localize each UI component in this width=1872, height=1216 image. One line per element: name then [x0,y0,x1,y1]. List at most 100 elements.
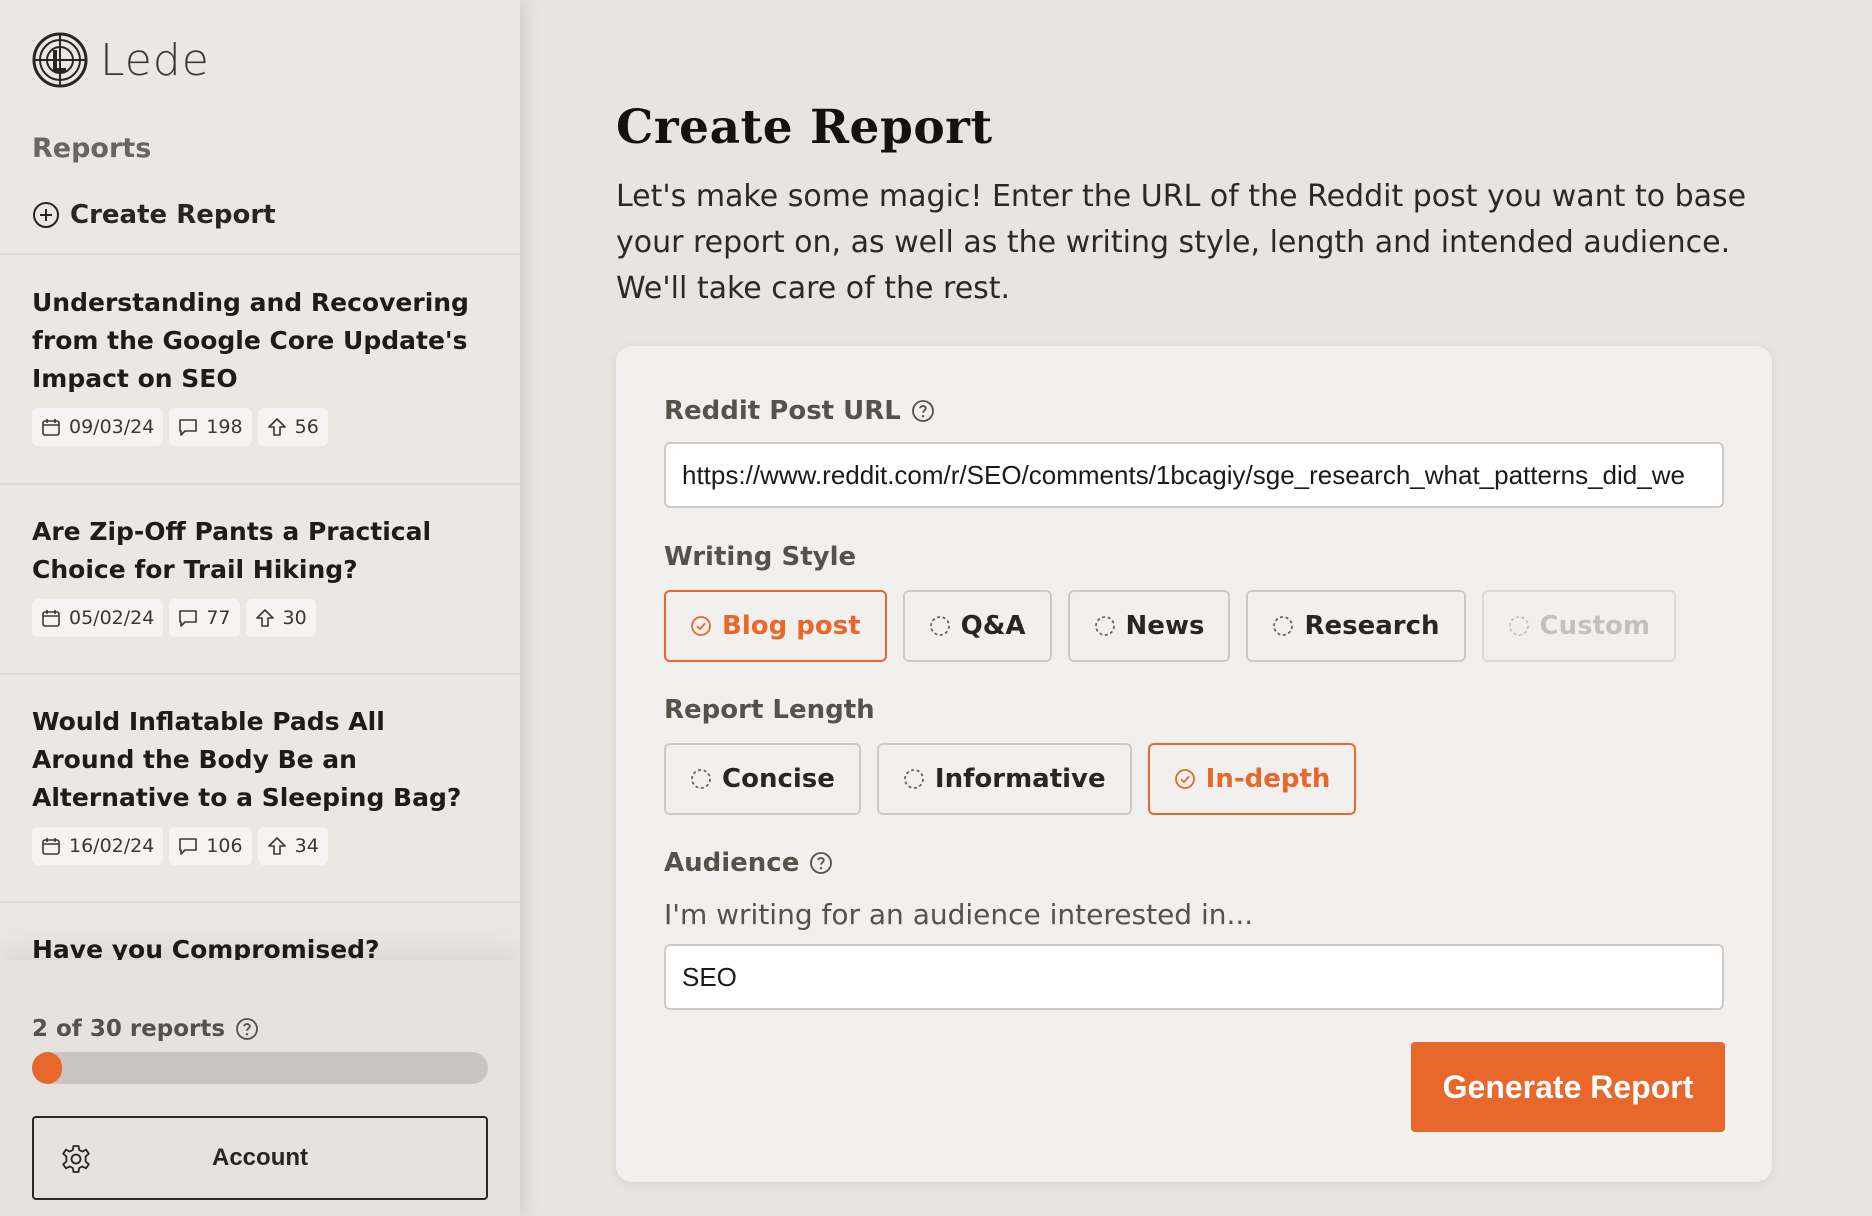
date-chip: 16/02/24 [32,827,164,865]
report-date: 16/02/24 [69,835,155,857]
length-label: Report Length [664,695,875,725]
sidebar: Lede Reports Create Report Understanding… [0,0,520,1216]
report-comments: 106 [206,835,243,857]
lede-logo-icon [32,32,88,88]
style-option-news[interactable]: News [1067,590,1231,662]
report-upvotes: 34 [294,835,319,857]
comment-icon [179,610,198,627]
divider [0,253,520,255]
plus-circle-icon [33,202,59,228]
comments-chip: 198 [169,408,252,446]
url-label: Reddit Post URL [664,396,935,426]
check-circle-icon [1174,769,1195,789]
length-option-concise[interactable]: Concise [664,743,861,815]
generate-report-button[interactable]: Generate Report [1411,1042,1725,1132]
report-title: Understanding and Recovering from the Go… [32,288,469,393]
option-label: Custom [1539,611,1650,641]
report-length-options: Concise Informative In-depth [664,743,1357,815]
create-report-label: Create Report [70,200,276,230]
page-title: Create Report [616,100,993,155]
divider [0,483,520,485]
style-option-custom[interactable]: Custom [1481,590,1676,662]
option-label: Informative [934,764,1106,794]
report-date: 09/03/24 [69,416,155,438]
report-item[interactable]: Understanding and Recovering from the Go… [32,284,492,446]
length-option-informative[interactable]: Informative [876,743,1132,815]
style-option-research[interactable]: Research [1246,590,1466,662]
usage-progress-fill [32,1052,63,1084]
option-label: Blog post [722,611,861,641]
help-icon[interactable] [809,851,833,875]
usage-progress-bar [32,1052,488,1084]
brand-name: Lede [100,34,210,86]
audience-input[interactable]: SEO [664,944,1724,1010]
upvotes-chip: 56 [257,408,328,446]
date-chip: 09/03/24 [32,408,164,446]
date-chip: 05/02/24 [32,599,164,637]
style-option-qa[interactable]: Q&A [902,590,1052,662]
check-circle-icon [691,616,711,636]
dashed-circle-icon [903,769,924,789]
report-item[interactable]: Are Zip-Off Pants a Practical Choice for… [32,513,492,637]
audience-label-text: Audience [664,848,800,878]
style-option-blog-post[interactable]: Blog post [664,590,887,662]
create-report-link[interactable]: Create Report [32,200,276,230]
divider [0,673,520,675]
comments-chip: 77 [169,599,240,637]
help-icon[interactable] [235,1017,259,1041]
dashed-circle-icon [691,769,711,789]
logo[interactable]: Lede [32,32,210,88]
usage-label: 2 of 30 reports [32,1016,259,1042]
report-meta: 09/03/24 198 56 [32,408,492,446]
upvote-icon [255,609,274,627]
reddit-url-input[interactable]: https://www.reddit.com/r/SEO/comments/1b… [664,442,1724,508]
upvotes-chip: 30 [245,599,316,637]
comments-chip: 106 [169,827,252,865]
writing-style-options: Blog post Q&A News Research Custom [664,590,1676,662]
calendar-icon [42,610,60,627]
report-meta: 05/02/24 77 30 [32,599,492,637]
comment-icon [179,419,198,436]
style-label-text: Writing Style [664,542,857,572]
report-comments: 77 [206,607,231,629]
help-icon[interactable] [911,399,935,423]
report-comments: 198 [206,416,243,438]
upvote-icon [267,837,286,855]
account-button[interactable]: Account [32,1116,488,1200]
upvotes-chip: 34 [257,827,328,865]
audience-hint: I'm writing for an audience interested i… [664,898,1254,931]
calendar-icon [42,838,60,855]
style-label: Writing Style [664,542,856,572]
main-content: Create Report Let's make some magic! Ent… [520,0,1872,1216]
option-label: Q&A [960,611,1026,641]
dashed-circle-icon [1508,616,1529,636]
report-upvotes: 30 [282,607,307,629]
option-label: Research [1304,611,1440,641]
length-option-in-depth[interactable]: In-depth [1147,743,1357,815]
report-meta: 16/02/24 106 34 [32,827,492,865]
report-title: Would Inflatable Pads All Around the Bod… [32,707,462,812]
calendar-icon [42,419,60,436]
report-title: Are Zip-Off Pants a Practical Choice for… [32,517,432,584]
page-intro: Let's make some magic! Enter the URL of … [616,179,1747,306]
dashed-circle-icon [1094,616,1115,636]
audience-label: Audience [664,848,833,878]
option-label: Concise [722,764,835,794]
dashed-circle-icon [929,616,950,636]
account-label: Account [212,1144,308,1171]
divider [0,901,520,903]
reports-heading: Reports [32,133,152,164]
option-label: News [1125,611,1205,641]
url-label-text: Reddit Post URL [664,396,901,426]
comment-icon [179,838,198,855]
report-item[interactable]: Would Inflatable Pads All Around the Bod… [32,703,492,865]
upvote-icon [267,418,286,436]
usage-text: 2 of 30 reports [32,1016,226,1042]
report-form: Reddit Post URL https://www.reddit.com/r… [616,346,1772,1182]
length-label-text: Report Length [664,695,875,725]
report-upvotes: 56 [294,416,319,438]
dashed-circle-icon [1273,616,1294,636]
option-label: In-depth [1205,764,1331,794]
gear-icon [62,1145,90,1173]
report-date: 05/02/24 [69,607,155,629]
